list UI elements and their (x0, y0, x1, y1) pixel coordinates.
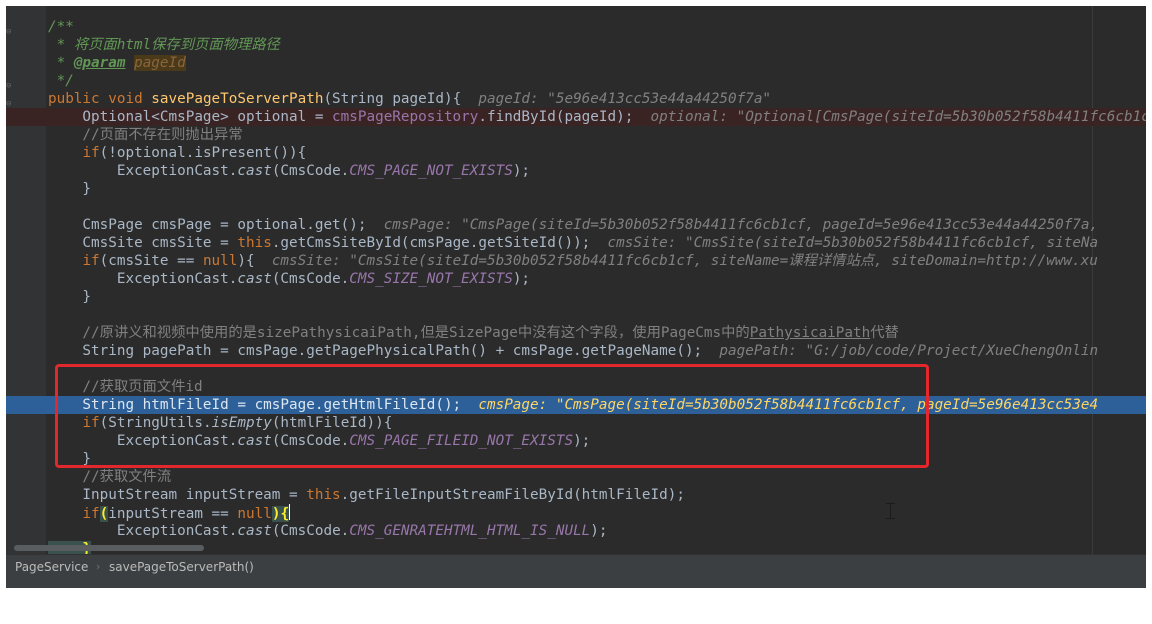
code-editor[interactable]: ⊖ ⊖ ⊖ /** * 将页面html保存到页面物理路径 * @param pa… (6, 6, 1146, 554)
field-ref: cmsPageRepository (332, 109, 479, 125)
code-line[interactable]: * @param pageId (6, 54, 1146, 72)
keyword: public void (48, 91, 152, 107)
javadoc-text: 保存到页面物理路径 (151, 37, 280, 53)
method-name: savePageToServerPath (151, 91, 324, 107)
code-text: InputStream inputStream = (48, 487, 307, 503)
code-line[interactable]: //页面不存在则抛出异常 (6, 126, 1146, 144)
inline-debug-value: cmsPage: "CmsPage(siteId=5b30b052f58b441… (383, 217, 1099, 233)
code-text: ExceptionCast. (48, 163, 238, 179)
text-cursor-icon (886, 503, 895, 519)
code-line[interactable]: CmsSite cmsSite = this.getCmsSiteById(cm… (6, 234, 1146, 252)
keyword: this (237, 235, 272, 251)
code-comment: 代替 (870, 325, 899, 341)
code-line[interactable]: if(!optional.isPresent()){ (6, 144, 1146, 162)
code-comment: //获取文件流 (48, 469, 172, 485)
constant: CMS_SIZE_NOT_EXISTS (349, 271, 513, 287)
code-comment: //原讲义和视频中使用的是sizePathysicaiPath,但是SizePa… (48, 325, 750, 341)
constant: CMS_PAGE_NOT_EXISTS (349, 163, 513, 179)
code-line[interactable]: /** (6, 18, 1146, 36)
keyword: this (306, 487, 341, 503)
code-line[interactable]: } (6, 180, 1146, 198)
inline-debug-value: cmsSite: "CmsSite(siteId=5b30b052f58b441… (607, 235, 1099, 251)
keyword: if (82, 253, 100, 269)
code-text: .getCmsSiteById(cmsPage.getSiteId()); (271, 235, 608, 251)
code-line[interactable]: } (6, 288, 1146, 306)
code-text: (String pageId){ (323, 91, 479, 107)
code-line[interactable]: */ (6, 72, 1146, 90)
inline-debug-value: pageId: "5e96e413cc53e44a44250f7a" (478, 91, 772, 107)
code-line-breakpoint[interactable]: Optional<CmsPage> optional = cmsPageRepo… (6, 108, 1146, 126)
editor-caret (289, 504, 291, 520)
static-method: cast (237, 271, 272, 287)
code-text: ){ (237, 253, 272, 269)
code-line[interactable]: ExceptionCast.cast(CmsCode.CMS_PAGE_NOT_… (6, 162, 1146, 180)
code-text: ); (512, 271, 531, 287)
keyword: null (202, 253, 238, 269)
code-text: } (48, 289, 92, 305)
inline-debug-value: pagePath: "G:/job/code/Project/XueChengO… (719, 343, 1099, 359)
tool-window-strip (6, 578, 1146, 588)
matched-paren: ( (99, 506, 109, 522)
code-text: ExceptionCast. (48, 523, 238, 539)
javadoc-param-tag: @param (73, 55, 126, 71)
chevron-right-icon: › (96, 560, 101, 573)
code-line[interactable]: ExceptionCast.cast(CmsCode.CMS_GENRATEHT… (6, 522, 1146, 540)
keyword: null (237, 506, 272, 522)
breadcrumb: PageService › savePageToServerPath() (6, 554, 1146, 579)
code-line[interactable]: if(inputStream == null){ (6, 504, 1146, 522)
code-text: } (48, 181, 92, 197)
inline-debug-value: optional: "Optional[CmsPage(siteId=5b30b… (650, 109, 1146, 125)
code-text: String pagePath = cmsPage.getPagePhysica… (48, 343, 720, 359)
static-method: cast (237, 523, 272, 539)
javadoc-param-name: pageId (134, 55, 186, 71)
code-text: (!optional.isPresent()){ (99, 145, 307, 161)
annotation-highlight-box (55, 364, 929, 468)
code-text: (cmsSite == (99, 253, 203, 269)
horizontal-scrollbar[interactable] (14, 545, 204, 551)
code-comment: //页面不存在则抛出异常 (48, 127, 243, 143)
breadcrumb-class[interactable]: PageService (15, 555, 88, 579)
code-comment-typo: PathysicaiPath (749, 325, 871, 341)
code-text: Optional<CmsPage> optional = (48, 109, 333, 125)
javadoc-end: */ (48, 73, 74, 89)
matched-brace: { (280, 506, 290, 522)
code-text: CmsPage cmsPage = optional.get(); (48, 217, 384, 233)
code-line[interactable]: * 将页面html保存到页面物理路径 (6, 36, 1146, 54)
code-line[interactable]: CmsPage cmsPage = optional.get(); cmsPag… (6, 216, 1146, 234)
code-text: .getFileInputStreamFileById(htmlFileId); (340, 487, 685, 503)
code-line[interactable]: InputStream inputStream = this.getFileIn… (6, 486, 1146, 504)
code-text: inputStream == (108, 506, 238, 522)
javadoc-text: * 将页面 (48, 37, 117, 53)
keyword: if (82, 145, 100, 161)
constant: CMS_GENRATEHTML_HTML_IS_NULL (349, 523, 591, 539)
code-line[interactable]: //获取文件流 (6, 468, 1146, 486)
javadoc-start: /** (48, 19, 74, 35)
code-line[interactable]: String pagePath = cmsPage.getPagePhysica… (6, 342, 1146, 360)
breadcrumb-method[interactable]: savePageToServerPath() (109, 555, 254, 579)
code-text: ExceptionCast. (48, 271, 238, 287)
code-text: ); (512, 163, 531, 179)
code-text: .findById(pageId); (478, 109, 651, 125)
static-method: cast (237, 163, 272, 179)
code-text: (CmsCode. (271, 271, 350, 287)
javadoc-text: * (48, 55, 74, 71)
code-line[interactable]: public void savePageToServerPath(String … (6, 90, 1146, 108)
keyword: if (82, 506, 100, 522)
code-line[interactable]: ExceptionCast.cast(CmsCode.CMS_SIZE_NOT_… (6, 270, 1146, 288)
code-text: (CmsCode. (271, 163, 350, 179)
javadoc-html-word: html (116, 37, 152, 53)
code-line[interactable]: //原讲义和视频中使用的是sizePathysicaiPath,但是SizePa… (6, 324, 1146, 342)
code-text: ); (590, 523, 608, 539)
code-line[interactable]: if(cmsSite == null){ cmsSite: "CmsSite(s… (6, 252, 1146, 270)
code-text: (CmsCode. (271, 523, 350, 539)
inline-debug-value: cmsSite: "CmsSite(siteId=5b30b052f58b441… (271, 253, 1098, 269)
code-text: CmsSite cmsSite = (48, 235, 238, 251)
